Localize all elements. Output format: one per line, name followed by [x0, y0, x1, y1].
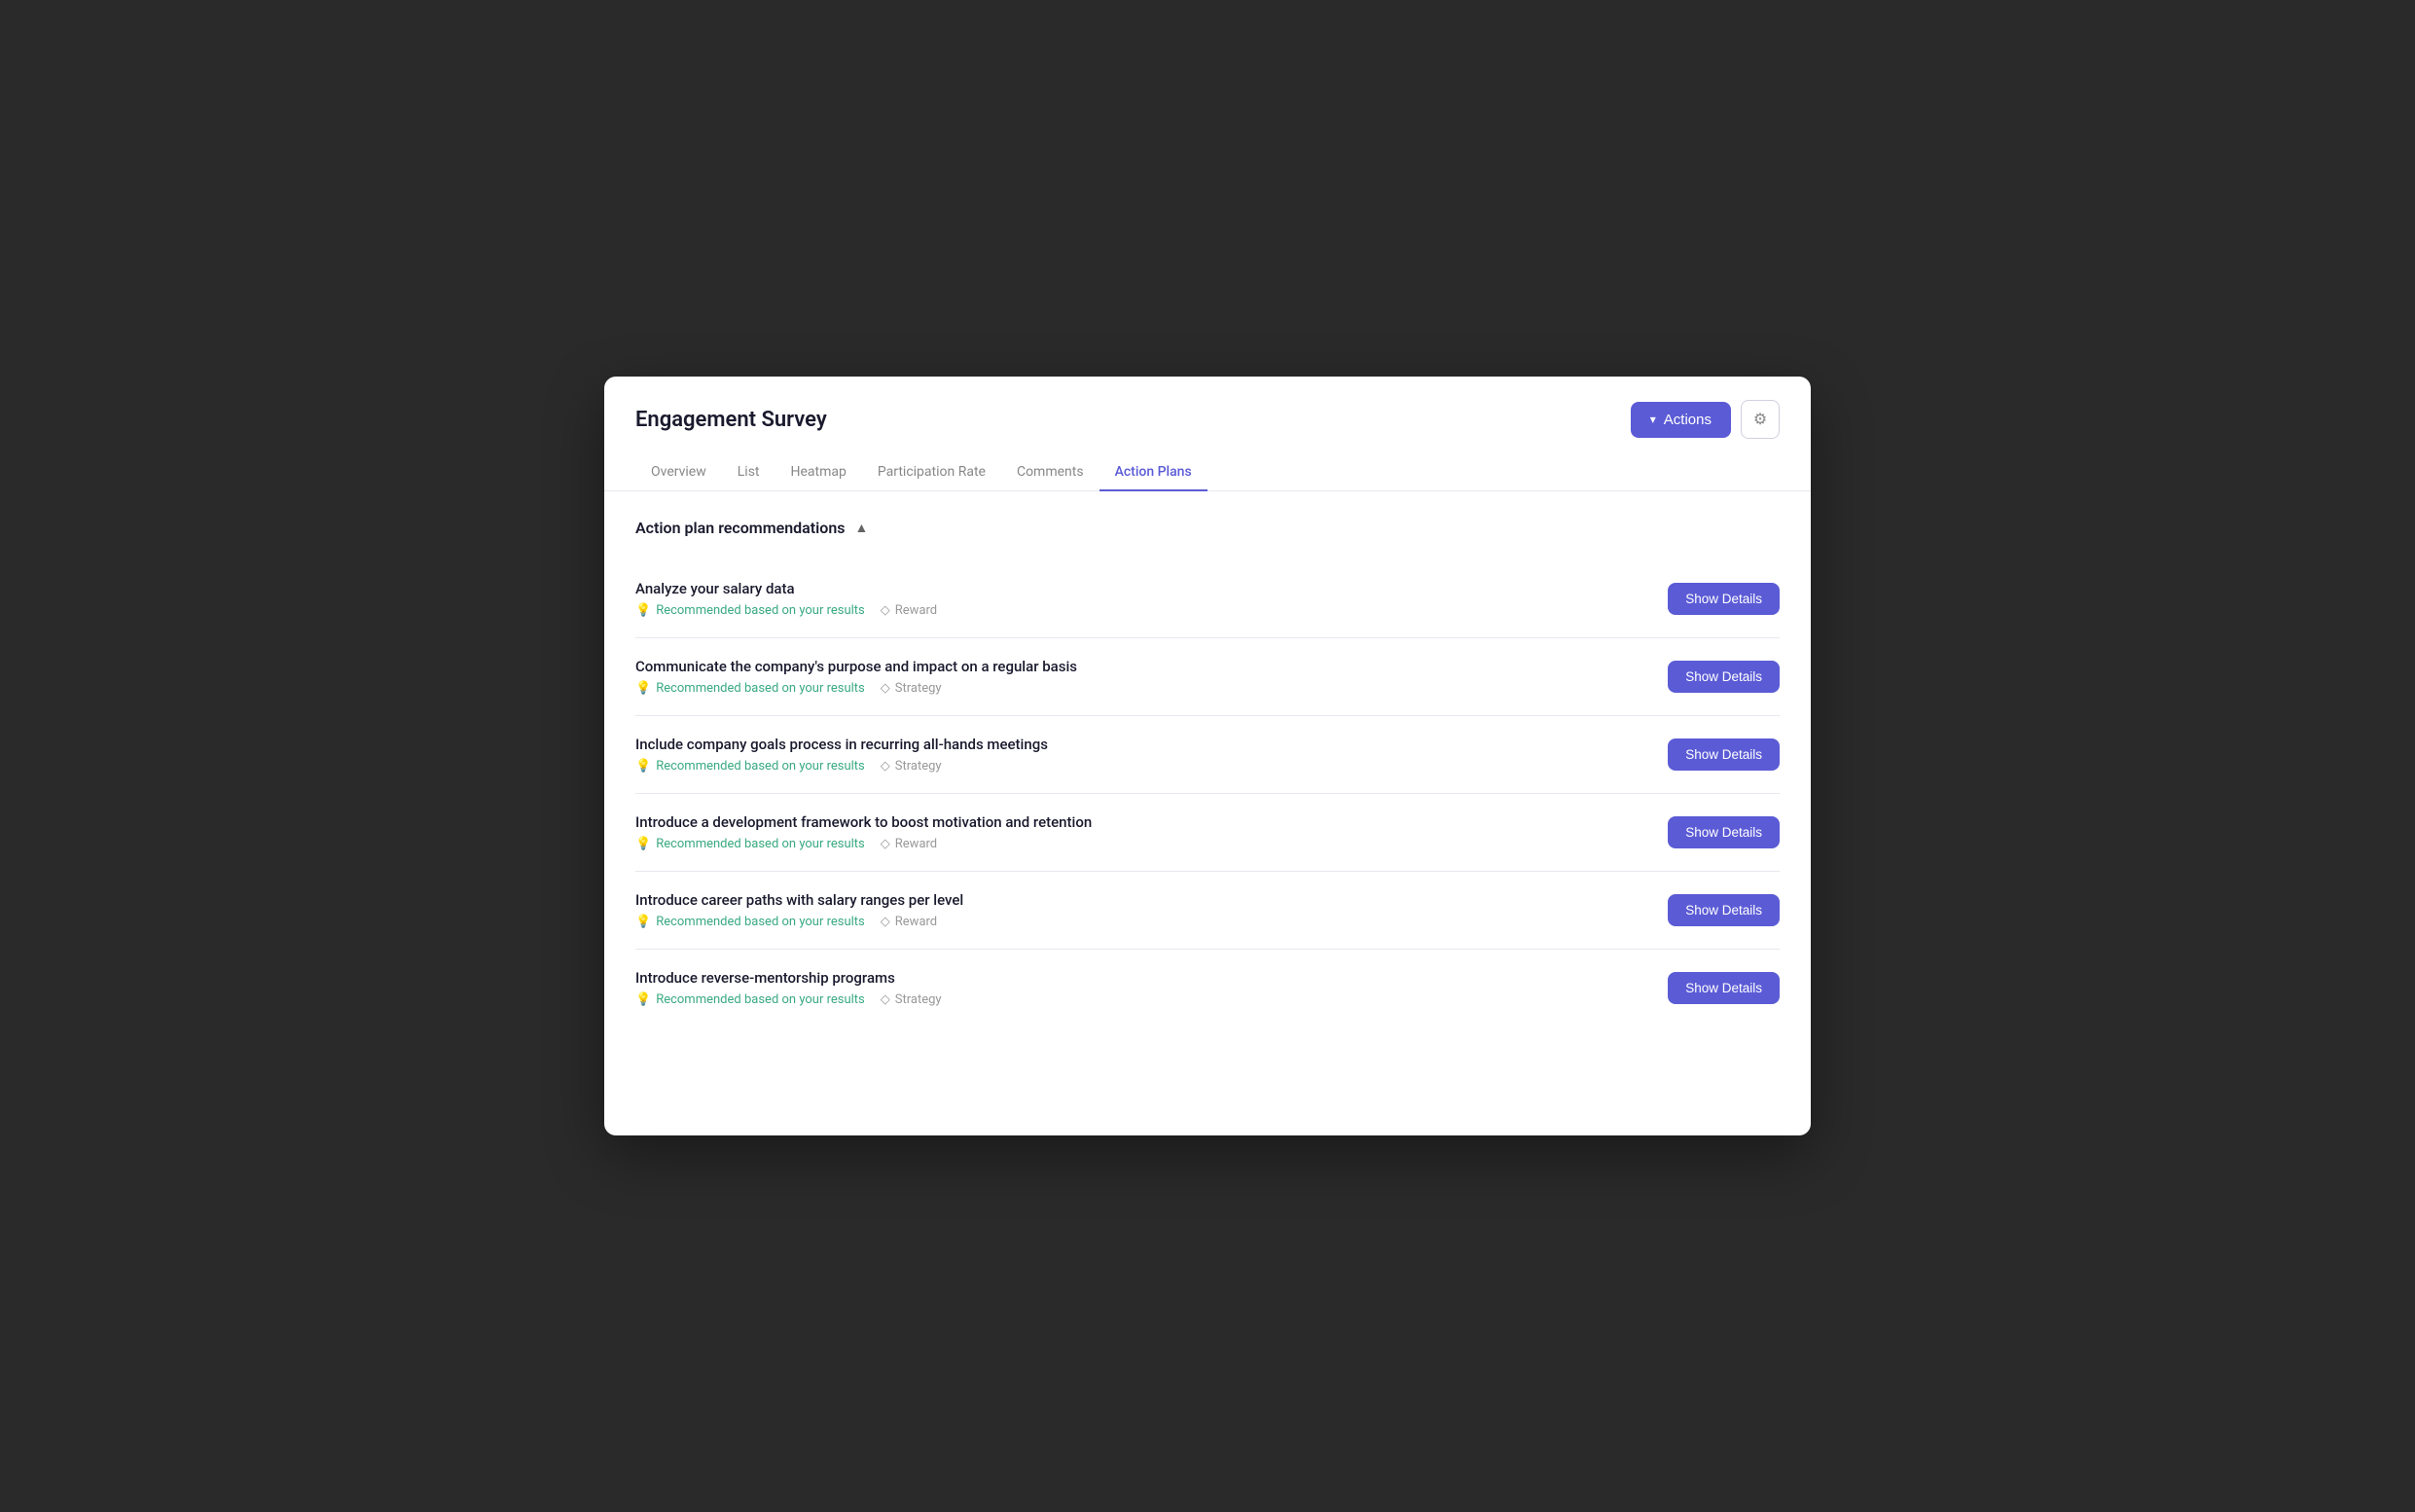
- action-meta-1: 💡 Recommended based on your results ◇ Re…: [635, 603, 1644, 618]
- action-info-1: Analyze your salary data 💡 Recommended b…: [635, 580, 1644, 618]
- show-details-button-1[interactable]: Show Details: [1668, 583, 1780, 615]
- tag-icon-1: ◇: [881, 603, 890, 618]
- bulb-icon-1: 💡: [635, 603, 651, 618]
- action-item-4: Introduce a development framework to boo…: [635, 794, 1780, 872]
- action-item-1: Analyze your salary data 💡 Recommended b…: [635, 560, 1780, 638]
- tab-heatmap[interactable]: Heatmap: [775, 454, 862, 491]
- action-meta-3: 💡 Recommended based on your results ◇ St…: [635, 759, 1644, 774]
- bulb-icon-3: 💡: [635, 759, 651, 774]
- action-title-1: Analyze your salary data: [635, 580, 1644, 597]
- action-info-5: Introduce career paths with salary range…: [635, 891, 1644, 929]
- recommended-badge-3: 💡 Recommended based on your results: [635, 759, 865, 774]
- tab-comments[interactable]: Comments: [1001, 454, 1099, 491]
- gear-icon: ⚙: [1753, 410, 1767, 429]
- recommended-badge-4: 💡 Recommended based on your results: [635, 837, 865, 851]
- action-meta-6: 💡 Recommended based on your results ◇ St…: [635, 992, 1644, 1007]
- action-title-2: Communicate the company's purpose and im…: [635, 658, 1644, 675]
- tab-overview[interactable]: Overview: [635, 454, 722, 491]
- action-info-2: Communicate the company's purpose and im…: [635, 658, 1644, 696]
- tag-badge-2: ◇ Strategy: [881, 681, 942, 696]
- recommended-badge-1: 💡 Recommended based on your results: [635, 603, 865, 618]
- action-items-list: Analyze your salary data 💡 Recommended b…: [635, 560, 1780, 1026]
- tab-list[interactable]: List: [722, 454, 775, 491]
- action-meta-2: 💡 Recommended based on your results ◇ St…: [635, 681, 1644, 696]
- tag-icon-2: ◇: [881, 681, 890, 696]
- header: Engagement Survey ▾ Actions ⚙: [604, 377, 1811, 439]
- recommended-badge-6: 💡 Recommended based on your results: [635, 992, 865, 1007]
- tag-icon-4: ◇: [881, 837, 890, 851]
- chevron-down-icon: ▾: [1650, 413, 1656, 426]
- action-title-4: Introduce a development framework to boo…: [635, 813, 1644, 831]
- collapse-icon[interactable]: ▲: [855, 520, 869, 536]
- tag-badge-3: ◇ Strategy: [881, 759, 942, 774]
- show-details-button-3[interactable]: Show Details: [1668, 738, 1780, 771]
- recommended-badge-2: 💡 Recommended based on your results: [635, 681, 865, 696]
- tag-badge-4: ◇ Reward: [881, 837, 937, 851]
- action-info-3: Include company goals process in recurri…: [635, 736, 1644, 774]
- action-item-6: Introduce reverse-mentorship programs 💡 …: [635, 950, 1780, 1026]
- recommended-badge-5: 💡 Recommended based on your results: [635, 915, 865, 929]
- bulb-icon-5: 💡: [635, 915, 651, 929]
- tag-badge-6: ◇ Strategy: [881, 992, 942, 1007]
- tab-action-plans[interactable]: Action Plans: [1099, 454, 1208, 491]
- tag-icon-3: ◇: [881, 759, 890, 774]
- action-item-3: Include company goals process in recurri…: [635, 716, 1780, 794]
- show-details-button-4[interactable]: Show Details: [1668, 816, 1780, 848]
- tag-icon-6: ◇: [881, 992, 890, 1007]
- gear-button[interactable]: ⚙: [1741, 400, 1780, 439]
- bulb-icon-6: 💡: [635, 992, 651, 1007]
- action-meta-5: 💡 Recommended based on your results ◇ Re…: [635, 915, 1644, 929]
- main-window: Engagement Survey ▾ Actions ⚙ Overview L…: [604, 377, 1811, 1135]
- tag-badge-5: ◇ Reward: [881, 915, 937, 929]
- action-info-6: Introduce reverse-mentorship programs 💡 …: [635, 969, 1644, 1007]
- bulb-icon-2: 💡: [635, 681, 651, 696]
- action-item-5: Introduce career paths with salary range…: [635, 872, 1780, 950]
- show-details-button-5[interactable]: Show Details: [1668, 894, 1780, 926]
- content-area: Action plan recommendations ▲ Analyze yo…: [604, 491, 1811, 1054]
- action-title-3: Include company goals process in recurri…: [635, 736, 1644, 753]
- bulb-icon-4: 💡: [635, 837, 651, 851]
- header-actions: ▾ Actions ⚙: [1631, 400, 1780, 439]
- action-info-4: Introduce a development framework to boo…: [635, 813, 1644, 851]
- action-title-6: Introduce reverse-mentorship programs: [635, 969, 1644, 987]
- show-details-button-2[interactable]: Show Details: [1668, 661, 1780, 693]
- actions-button[interactable]: ▾ Actions: [1631, 402, 1731, 438]
- action-title-5: Introduce career paths with salary range…: [635, 891, 1644, 909]
- tag-badge-1: ◇ Reward: [881, 603, 937, 618]
- tag-icon-5: ◇: [881, 915, 890, 929]
- section-header: Action plan recommendations ▲: [635, 519, 1780, 537]
- nav-tabs: Overview List Heatmap Participation Rate…: [604, 454, 1811, 491]
- tab-participation-rate[interactable]: Participation Rate: [862, 454, 1001, 491]
- show-details-button-6[interactable]: Show Details: [1668, 972, 1780, 1004]
- action-item-2: Communicate the company's purpose and im…: [635, 638, 1780, 716]
- section-title: Action plan recommendations: [635, 519, 846, 537]
- action-meta-4: 💡 Recommended based on your results ◇ Re…: [635, 837, 1644, 851]
- page-title: Engagement Survey: [635, 408, 827, 432]
